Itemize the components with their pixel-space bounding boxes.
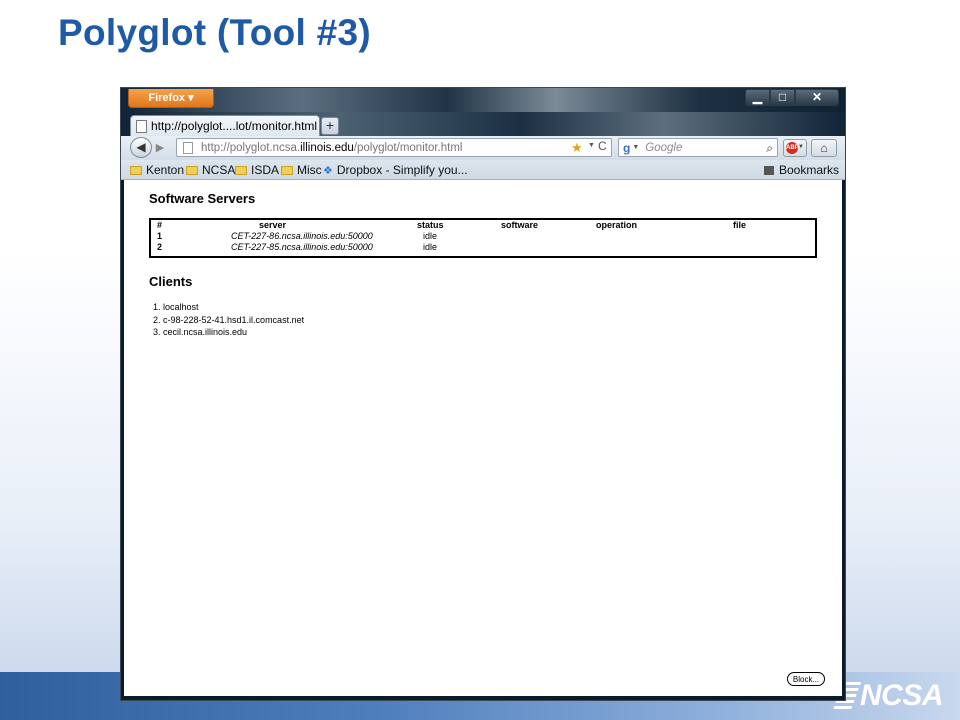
folder-icon — [235, 165, 247, 175]
server-num: 1 — [157, 231, 163, 241]
adblock-icon: ABP — [786, 142, 799, 154]
col-header-status: status — [417, 220, 444, 230]
bookmark-label: ISDA — [251, 163, 280, 177]
navigation-toolbar: ◀ ▶ http://polyglot.ncsa. illinois.edu/po… — [121, 136, 845, 160]
server-num: 2 — [157, 242, 163, 252]
back-button[interactable]: ◀ — [130, 137, 152, 158]
clients-list: 1. localhost 2. c-98-228-52-41.hsd1.il.c… — [153, 301, 304, 339]
server-host: CET-227-86.ncsa.illinois.edu:50000 — [231, 231, 373, 241]
page-icon — [136, 119, 147, 133]
page-content: Software Servers # server status softwar… — [124, 180, 842, 696]
search-bar[interactable]: g ▼ Google ⌕ — [618, 138, 778, 157]
bookmark-kenton[interactable]: Kenton — [130, 163, 184, 177]
server-operation — [596, 231, 733, 242]
col-header-operation: operation — [596, 220, 638, 230]
search-icon[interactable]: ⌕ — [766, 141, 773, 156]
bookmark-label: Dropbox - Simplify you... — [336, 163, 468, 177]
bookmarks-menu-label: Bookmarks — [778, 163, 839, 177]
reload-icon[interactable]: C — [598, 139, 607, 153]
servers-table: # server status software operation file … — [151, 220, 815, 253]
google-icon[interactable]: g — [623, 141, 630, 155]
home-button[interactable]: ⌂ — [811, 139, 837, 157]
folder-icon — [281, 165, 293, 175]
table-header-row: # server status software operation file — [151, 220, 815, 231]
block-button[interactable]: Block... — [787, 672, 825, 686]
close-button[interactable]: ✕ — [795, 89, 839, 106]
bookmark-dropbox[interactable]: ❖ Dropbox - Simplify you... — [323, 163, 468, 177]
table-row: 2 CET-227-85.ncsa.illinois.edu:50000 idl… — [151, 242, 815, 253]
url-host: illinois.edu — [300, 141, 354, 154]
folder-icon — [186, 165, 198, 175]
url-history-dropdown-icon[interactable]: ▼ — [588, 142, 595, 149]
col-header-software: software — [501, 220, 539, 230]
search-engine-dropdown-icon[interactable]: ▼ — [632, 144, 639, 151]
tab-title: http://polyglot....lot/monitor.html — [151, 119, 318, 133]
server-file — [733, 242, 815, 253]
url-bar[interactable]: http://polyglot.ncsa. illinois.edu/polygl… — [176, 138, 612, 157]
adblock-dropdown-icon[interactable]: ▼ — [798, 144, 804, 150]
title-bar: Firefox ▾ ▁ □ ✕ — [121, 88, 845, 112]
new-tab-button[interactable]: + — [321, 117, 339, 135]
bookmark-ncsa[interactable]: NCSA — [186, 163, 235, 177]
servers-table-box: # server status software operation file … — [149, 218, 817, 258]
list-item: 3. cecil.ncsa.illinois.edu — [153, 327, 248, 337]
col-header-file: file — [733, 220, 747, 230]
bookmark-label: Misc — [297, 163, 322, 177]
bookmark-isda[interactable]: ISDA — [235, 163, 279, 177]
bookmarks-icon — [763, 165, 774, 175]
folder-icon — [130, 165, 142, 175]
list-item: 1. localhost — [153, 302, 199, 312]
firefox-menu-button[interactable]: Firefox ▾ — [128, 89, 214, 108]
bookmarks-menu-button[interactable]: Bookmarks — [763, 163, 839, 177]
server-software — [501, 242, 596, 253]
server-operation — [596, 242, 733, 253]
bookmark-star-icon[interactable]: ★ — [571, 140, 583, 156]
maximize-button[interactable]: □ — [770, 89, 795, 106]
server-software — [501, 231, 596, 242]
bookmarks-toolbar: Kenton NCSA ISDA Misc ❖ Dropbox - Simpli… — [121, 160, 845, 180]
dropbox-icon: ❖ — [323, 164, 333, 177]
minimize-button[interactable]: ▁ — [745, 89, 770, 106]
url-prefix: http://polyglot.ncsa. — [201, 141, 301, 154]
search-placeholder: Google — [645, 141, 683, 154]
clients-heading: Clients — [149, 274, 193, 289]
tab-bar: http://polyglot....lot/monitor.html + — [121, 112, 845, 136]
col-header-num: # — [157, 220, 163, 230]
software-servers-heading: Software Servers — [149, 191, 256, 206]
adblock-button[interactable]: ABP ▼ — [783, 139, 807, 157]
bookmark-misc[interactable]: Misc — [281, 163, 322, 177]
browser-window: Firefox ▾ ▁ □ ✕ http://polyglot....lot/m… — [120, 87, 846, 701]
ncsa-logo: NCSA — [832, 678, 950, 714]
forward-button[interactable]: ▶ — [152, 140, 168, 156]
url-path: /polyglot/monitor.html — [353, 141, 463, 154]
site-identity-icon[interactable] — [183, 141, 193, 154]
server-file — [733, 231, 815, 242]
tab-monitor[interactable]: http://polyglot....lot/monitor.html — [130, 115, 320, 136]
bookmark-label: Kenton — [146, 163, 185, 177]
list-item: 2. c-98-228-52-41.hsd1.il.comcast.net — [153, 314, 305, 325]
table-row: 1 CET-227-86.ncsa.illinois.edu:50000 idl… — [151, 231, 815, 242]
logo-text: NCSA — [860, 679, 944, 712]
col-header-server: server — [259, 220, 287, 230]
window-controls: ▁ □ ✕ — [745, 89, 839, 106]
slide-title: Polyglot (Tool #3) — [58, 12, 372, 53]
server-status: idle — [423, 231, 438, 241]
bookmark-label: NCSA — [202, 163, 236, 177]
server-status: idle — [423, 242, 438, 252]
server-host: CET-227-85.ncsa.illinois.edu:50000 — [231, 242, 373, 252]
